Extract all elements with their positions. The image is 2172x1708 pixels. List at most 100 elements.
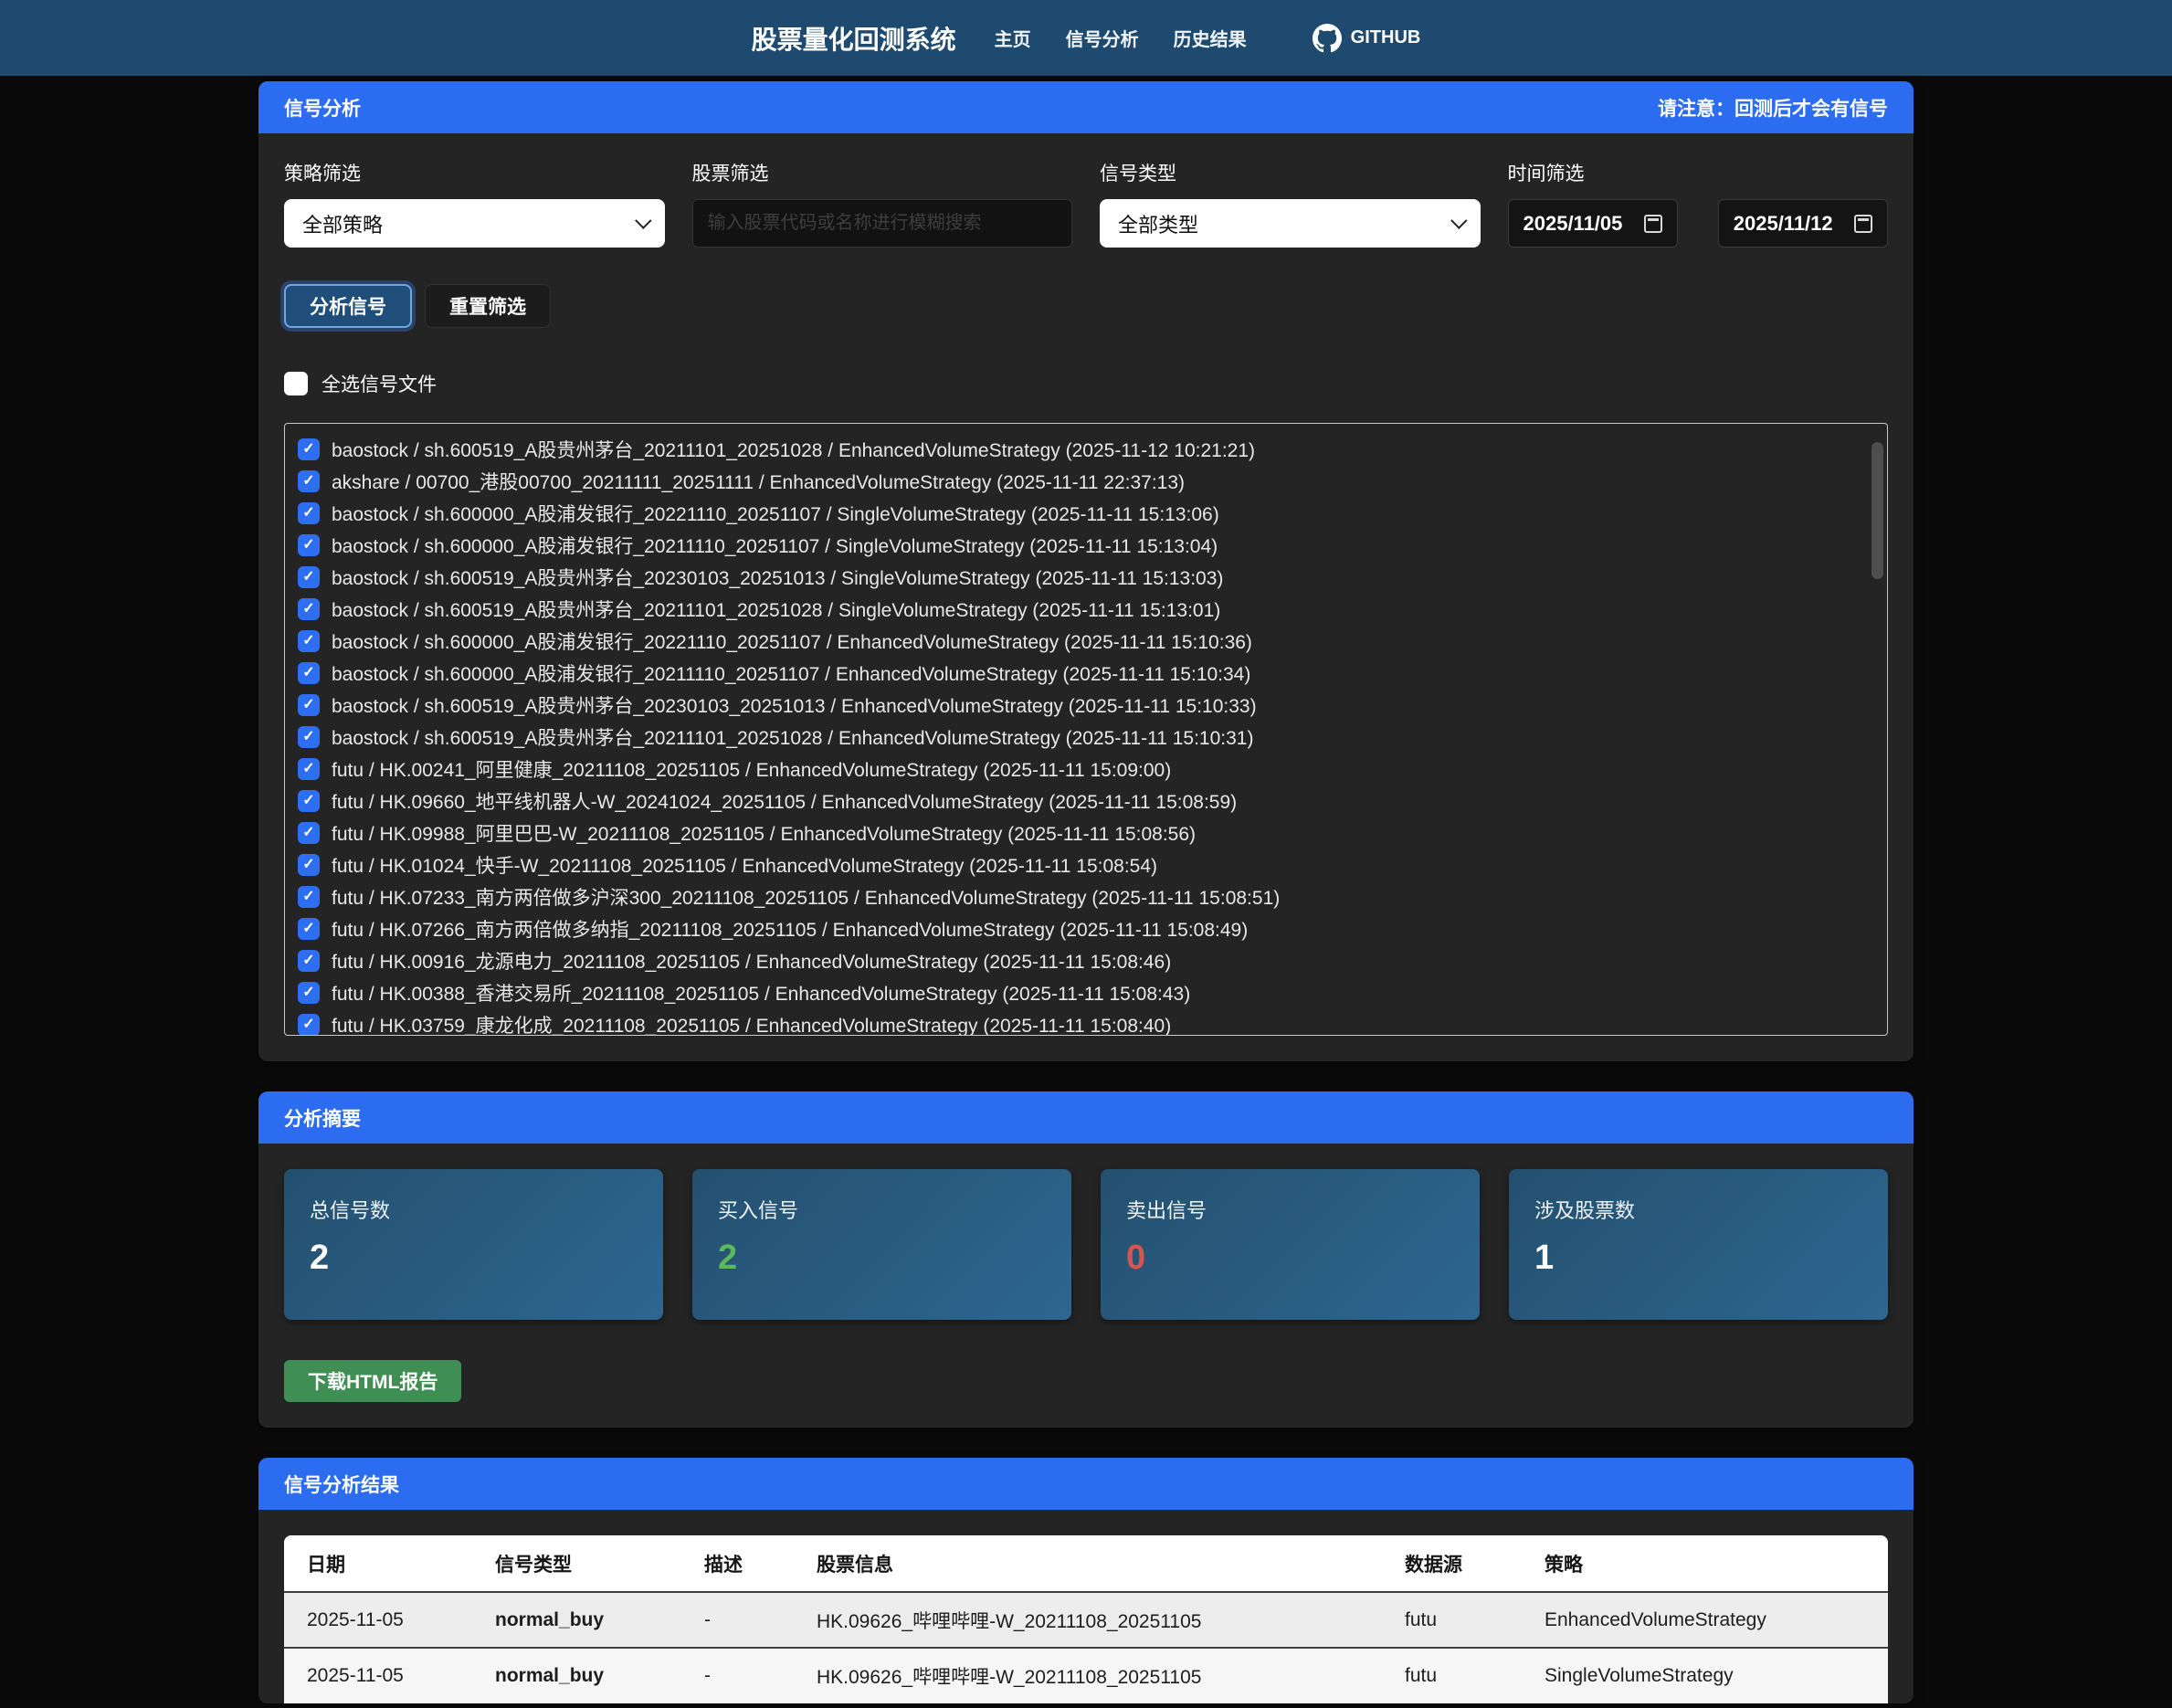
checkbox-checked-icon[interactable] [298,1014,320,1036]
signal-file-item[interactable]: futu / HK.00916_龙源电力_20211108_20251105 /… [285,944,1887,976]
checkbox-checked-icon[interactable] [298,534,320,556]
checkbox-checked-icon[interactable] [298,918,320,940]
signal-file-label: futu / HK.01024_快手-W_20211108_20251105 /… [332,851,1157,879]
signal-file-item[interactable]: baostock / sh.600000_A股浦发银行_20211110_202… [285,657,1887,689]
signal-file-item[interactable]: futu / HK.03759_康龙化成_20211108_20251105 /… [285,1008,1887,1036]
checkbox-checked-icon[interactable] [298,758,320,780]
signal-file-label: baostock / sh.600000_A股浦发银行_20211110_202… [332,532,1218,559]
stock-search-input[interactable] [692,199,1073,248]
table-cell: normal_buy [472,1648,681,1703]
results-panel-body: 日期信号类型描述股票信息数据源策略 2025-11-05normal_buy-H… [258,1510,1914,1703]
date-to-input[interactable]: 2025/11/12 [1718,199,1888,248]
signal-file-label: baostock / sh.600000_A股浦发银行_20221110_202… [332,500,1219,527]
nav-home[interactable]: 主页 [995,25,1031,51]
checkbox-checked-icon[interactable] [298,502,320,524]
signal-file-item[interactable]: baostock / sh.600519_A股贵州茅台_20211101_202… [285,593,1887,625]
checkbox-checked-icon[interactable] [298,822,320,844]
signal-file-item[interactable]: futu / HK.00388_香港交易所_20211108_20251105 … [285,976,1887,1008]
scrollbar-track[interactable] [1872,429,1883,1029]
signal-panel-header: 信号分析 请注意：回测后才会有信号 [258,81,1914,133]
analyze-signals-button[interactable]: 分析信号 [284,284,412,328]
table-cell: HK.09626_哔哩哔哩-W_20211108_20251105 [794,1592,1382,1648]
signal-file-item[interactable]: baostock / sh.600000_A股浦发银行_20211110_202… [285,529,1887,561]
checkbox-checked-icon[interactable] [298,470,320,492]
nav-history-results[interactable]: 历史结果 [1174,25,1247,51]
table-row: 2025-11-05normal_buy-HK.09626_哔哩哔哩-W_202… [284,1592,1888,1648]
stat-value: 2 [310,1239,638,1278]
checkbox-checked-icon[interactable] [298,790,320,812]
stat-label: 涉及股票数 [1534,1195,1862,1224]
stat-card-buy-signals: 买入信号 2 [692,1169,1071,1320]
column-header: 日期 [284,1535,472,1592]
reset-filters-button[interactable]: 重置筛选 [425,284,551,328]
strategy-filter-group: 策略筛选 全部策略 [284,159,665,248]
results-table: 日期信号类型描述股票信息数据源策略 2025-11-05normal_buy-H… [284,1535,1888,1703]
signal-file-label: baostock / sh.600519_A股贵州茅台_20230103_202… [332,564,1223,591]
signal-file-item[interactable]: futu / HK.09660_地平线机器人-W_20241024_202511… [285,785,1887,817]
summary-panel-header: 分析摘要 [258,1091,1914,1144]
checkbox-checked-icon[interactable] [298,854,320,876]
table-cell: HK.09626_哔哩哔哩-W_20211108_20251105 [794,1648,1382,1703]
stock-filter-label: 股票筛选 [692,159,1073,186]
signal-file-item[interactable]: futu / HK.01024_快手-W_20211108_20251105 /… [285,849,1887,880]
checkbox-checked-icon[interactable] [298,630,320,652]
column-header: 描述 [681,1535,794,1592]
signal-file-item[interactable]: baostock / sh.600519_A股贵州茅台_20211101_202… [285,721,1887,753]
nav-signal-analysis[interactable]: 信号分析 [1066,25,1139,51]
signal-file-item[interactable]: akshare / 00700_港股00700_20211111_2025111… [285,465,1887,497]
signal-file-item[interactable]: futu / HK.07233_南方两倍做多沪深300_20211108_202… [285,880,1887,912]
table-row: 2025-11-05normal_buy-HK.09626_哔哩哔哩-W_202… [284,1648,1888,1703]
stat-card-sell-signals: 卖出信号 0 [1101,1169,1480,1320]
signal-type-select-value: 全部类型 [1118,209,1198,238]
type-filter-label: 信号类型 [1100,159,1481,186]
signal-file-item[interactable]: baostock / sh.600519_A股贵州茅台_20230103_202… [285,561,1887,593]
signal-file-label: futu / HK.09988_阿里巴巴-W_20211108_20251105… [332,819,1196,847]
table-cell: - [681,1648,794,1703]
checkbox-checked-icon[interactable] [298,726,320,748]
signal-file-item[interactable]: baostock / sh.600519_A股贵州茅台_20230103_202… [285,689,1887,721]
signal-file-item[interactable]: baostock / sh.600519_A股贵州茅台_20211101_202… [285,433,1887,465]
checkbox-checked-icon[interactable] [298,438,320,460]
table-cell: 2025-11-05 [284,1648,472,1703]
signal-file-label: futu / HK.03759_康龙化成_20211108_20251105 /… [332,1011,1171,1037]
signal-file-label: futu / HK.09660_地平线机器人-W_20241024_202511… [332,787,1237,815]
checkbox-checked-icon[interactable] [298,886,320,908]
github-label: GITHUB [1351,27,1421,48]
signal-file-list-box[interactable]: baostock / sh.600519_A股贵州茅台_20211101_202… [284,423,1888,1036]
checkbox-checked-icon[interactable] [298,662,320,684]
signal-file-item[interactable]: futu / HK.00241_阿里健康_20211108_20251105 /… [285,753,1887,785]
signal-file-label: futu / HK.00916_龙源电力_20211108_20251105 /… [332,947,1171,975]
column-header: 股票信息 [794,1535,1382,1592]
signal-file-label: futu / HK.07233_南方两倍做多沪深300_20211108_202… [332,883,1280,911]
checkbox-checked-icon[interactable] [298,982,320,1004]
checkbox-checked-icon[interactable] [298,694,320,716]
column-header: 策略 [1522,1535,1888,1592]
nav-links: 主页 信号分析 历史结果 [995,25,1247,51]
signal-file-label: baostock / sh.600000_A股浦发银行_20221110_202… [332,627,1252,655]
checkbox-checked-icon[interactable] [298,950,320,972]
signal-file-item[interactable]: futu / HK.09988_阿里巴巴-W_20211108_20251105… [285,817,1887,849]
app-title[interactable]: 股票量化回测系统 [752,20,956,57]
checkbox-checked-icon[interactable] [298,566,320,588]
type-filter-group: 信号类型 全部类型 [1100,159,1481,248]
table-cell: futu [1382,1648,1522,1703]
signal-type-select[interactable]: 全部类型 [1100,199,1481,248]
signal-file-item[interactable]: baostock / sh.600000_A股浦发银行_20221110_202… [285,625,1887,657]
download-html-report-button[interactable]: 下载HTML报告 [284,1360,461,1402]
checkbox-checked-icon[interactable] [298,598,320,620]
table-cell: futu [1382,1592,1522,1648]
panel-title: 信号分析结果 [284,1471,399,1498]
strategy-select[interactable]: 全部策略 [284,199,665,248]
time-filter-label: 时间筛选 [1508,159,1889,186]
scrollbar-thumb[interactable] [1872,442,1883,579]
table-cell: EnhancedVolumeStrategy [1522,1592,1888,1648]
navbar: 股票量化回测系统 主页 信号分析 历史结果 GITHUB [0,0,2172,76]
calendar-icon[interactable] [1854,215,1872,233]
signal-file-item[interactable]: baostock / sh.600000_A股浦发银行_20221110_202… [285,497,1887,529]
stat-value: 0 [1126,1239,1454,1278]
calendar-icon[interactable] [1644,215,1662,233]
select-all-checkbox[interactable] [284,372,308,395]
github-link[interactable]: GITHUB [1313,24,1421,53]
signal-file-item[interactable]: futu / HK.07266_南方两倍做多纳指_20211108_202511… [285,912,1887,944]
date-from-input[interactable]: 2025/11/05 [1508,199,1678,248]
